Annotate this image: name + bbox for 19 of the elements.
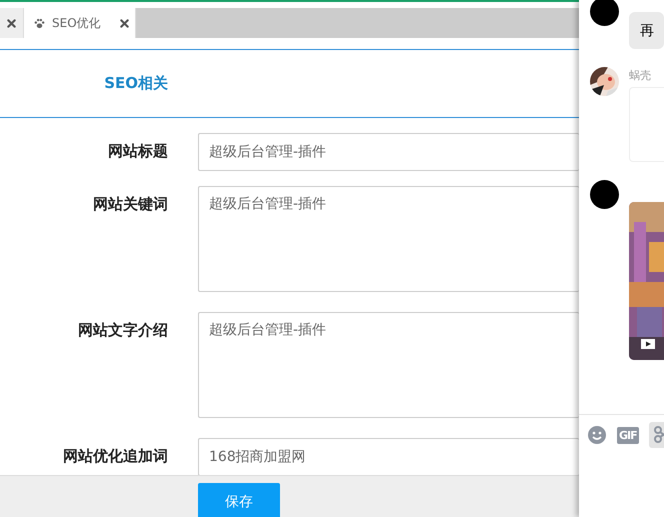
play-icon[interactable] <box>641 339 655 349</box>
field-label: 网站文字介绍 <box>77 320 168 341</box>
field-label: 网站优化追加词 <box>62 446 168 467</box>
text-area[interactable]: 超级后台管理-插件 <box>198 186 579 292</box>
text-area[interactable]: 超级后台管理-插件 <box>198 312 579 418</box>
save-button[interactable]: 保存 <box>198 482 280 517</box>
message-bubble: 再 <box>629 12 664 49</box>
scissors-icon[interactable] <box>648 422 664 448</box>
input-field[interactable]: 168招商加盟网 <box>198 438 579 475</box>
tab[interactable]: SEO优化 <box>24 8 136 38</box>
close-icon[interactable] <box>7 18 16 28</box>
input-field[interactable]: 超级后台管理-插件 <box>198 133 579 171</box>
paw-icon <box>34 18 45 28</box>
close-icon[interactable] <box>120 18 129 28</box>
field-label: 网站关键词 <box>92 194 168 215</box>
tab[interactable] <box>0 8 24 38</box>
section-title: SEO相关 <box>103 74 168 93</box>
field-label: 网站标题 <box>107 141 168 162</box>
sender-name: 蜗壳 <box>629 68 652 83</box>
